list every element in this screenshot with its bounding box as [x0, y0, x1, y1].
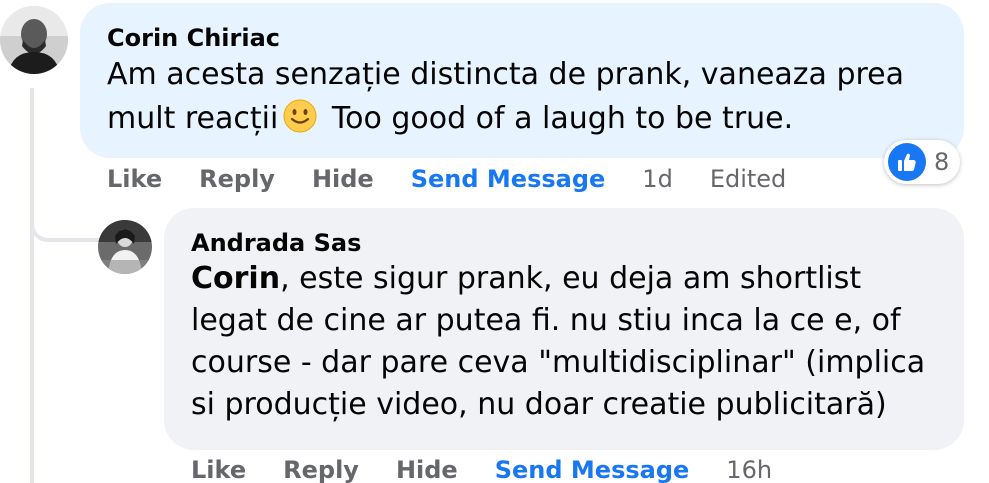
thread-line: [30, 88, 34, 483]
comment-author[interactable]: Corin Chiriac: [107, 23, 938, 53]
comment-text: Am acesta senzație distincta de prank, v…: [107, 53, 938, 141]
reply-button[interactable]: Reply: [199, 165, 275, 193]
avatar[interactable]: [0, 6, 68, 74]
like-button[interactable]: Like: [191, 456, 246, 483]
comment-text: Corin, este sigur prank, eu deja am shor…: [191, 258, 938, 426]
reply-button[interactable]: Reply: [283, 456, 359, 483]
comment-bubble: Corin Chiriac Am acesta senzație distinc…: [80, 3, 964, 158]
avatar[interactable]: [98, 220, 152, 274]
reaction-summary[interactable]: 8: [884, 140, 960, 184]
edited-label[interactable]: Edited: [710, 165, 786, 193]
send-message-button[interactable]: Send Message: [411, 165, 606, 193]
like-button[interactable]: Like: [107, 165, 162, 193]
comment-thread: Corin Chiriac Am acesta senzație distinc…: [0, 0, 989, 483]
hide-button[interactable]: Hide: [396, 456, 458, 483]
comment-bubble: Andrada Sas Corin, este sigur prank, eu …: [164, 208, 964, 450]
send-message-button[interactable]: Send Message: [495, 456, 690, 483]
comment-text-part: Too good of a laugh to be true.: [322, 101, 794, 136]
comment-text-part: , este sigur prank, eu deja am shortlist…: [191, 261, 926, 422]
timestamp[interactable]: 1d: [642, 165, 673, 193]
comment-actions: Like Reply Hide Send Message 16h: [191, 456, 809, 483]
hide-button[interactable]: Hide: [312, 165, 374, 193]
comment-actions: Like Reply Hide Send Message 1d Edited: [107, 165, 823, 193]
like-icon: [888, 143, 926, 181]
reply-connector: [30, 200, 100, 242]
slightly-smiling-face-icon: [282, 98, 318, 134]
reaction-count: 8: [934, 148, 950, 176]
mention-link[interactable]: Corin: [191, 261, 280, 296]
comment-author[interactable]: Andrada Sas: [191, 228, 938, 258]
timestamp[interactable]: 16h: [726, 456, 772, 483]
